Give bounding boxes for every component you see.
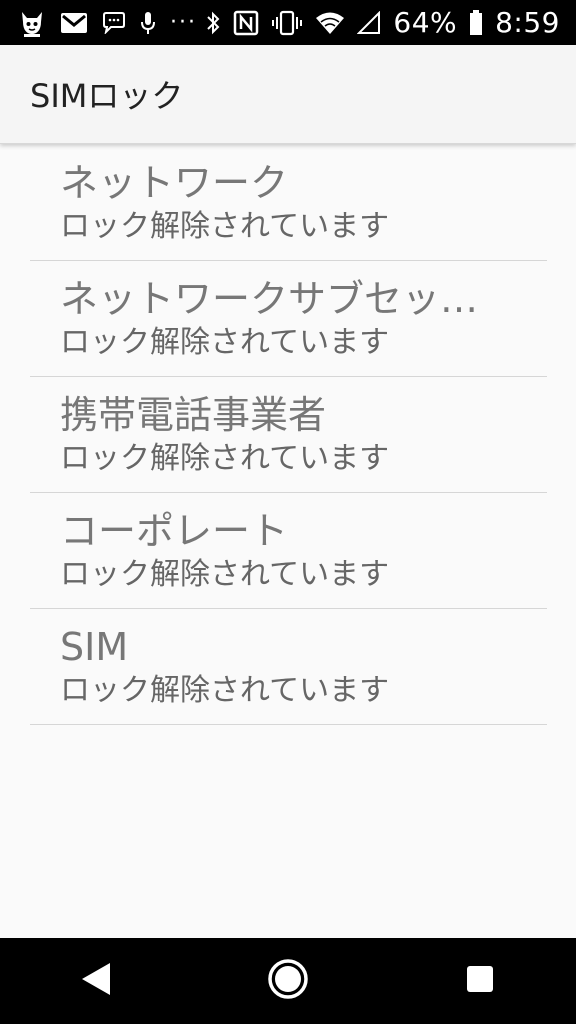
battery-percent: 64% [393, 6, 458, 39]
home-icon [267, 958, 309, 1004]
recents-button[interactable] [435, 938, 525, 1024]
nfc-icon [233, 10, 259, 36]
clock: 8:59 [495, 6, 560, 39]
list-item-carrier[interactable]: 携帯電話事業者 ロック解除されています [30, 377, 547, 493]
list-item-summary: ロック解除されています [60, 208, 390, 244]
voice-icon [140, 10, 156, 36]
list-item-summary: ロック解除されています [60, 440, 390, 476]
system-icons: 64% 8:59 [205, 6, 576, 39]
page-title: SIMロック [30, 77, 184, 115]
app-bar: SIMロック [0, 45, 576, 144]
wifi-icon [315, 11, 345, 35]
list-item-summary: ロック解除されています [60, 324, 390, 360]
gmail-icon [60, 12, 88, 34]
list-item-network[interactable]: ネットワーク ロック解除されています [30, 145, 547, 261]
list-item-corporate[interactable]: コーポレート ロック解除されています [30, 493, 547, 609]
status-bar: ··· 64% 8:59 [0, 0, 576, 45]
sim-lock-list: ネットワーク ロック解除されています ネットワークサブセッ… ロック解除されてい… [30, 145, 547, 725]
home-button[interactable] [243, 938, 333, 1024]
notification-icons: ··· [0, 8, 197, 38]
list-item-title: コーポレート [60, 508, 289, 553]
battery-icon [469, 9, 483, 36]
list-item-title: ネットワーク [60, 160, 289, 205]
vibrate-icon [271, 10, 303, 36]
back-button[interactable] [51, 938, 141, 1024]
list-item-title: 携帯電話事業者 [60, 392, 327, 437]
more-notifications-icon: ··· [170, 10, 197, 35]
messages-icon [102, 11, 126, 34]
list-item-title: SIM [60, 624, 129, 669]
list-item-title: ネットワークサブセッ… [60, 276, 479, 321]
recents-icon [466, 965, 494, 997]
cell-signal-icon [357, 10, 381, 35]
list-item-network-subset[interactable]: ネットワークサブセッ… ロック解除されています [30, 261, 547, 377]
list-item-summary: ロック解除されています [60, 672, 390, 708]
navigation-bar [0, 938, 576, 1024]
list-item-summary: ロック解除されています [60, 556, 390, 592]
app-mascot-icon [18, 8, 46, 38]
bluetooth-icon [205, 10, 221, 36]
list-item-sim[interactable]: SIM ロック解除されています [30, 609, 547, 725]
back-icon [80, 962, 112, 1000]
